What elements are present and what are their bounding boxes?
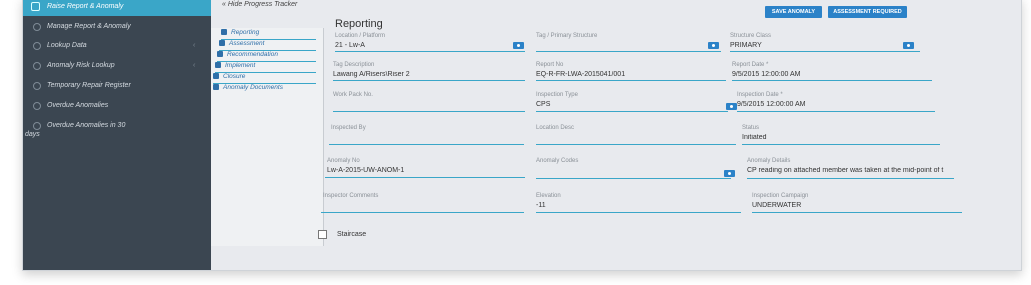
inspection-date-input[interactable]: 9/5/2015 12:00:00 AM [737, 101, 927, 108]
location-lookup-button[interactable] [513, 42, 524, 49]
inspection-date-underline [737, 111, 935, 112]
page-title: Reporting [335, 18, 383, 30]
anomaly-details-underline [747, 178, 954, 179]
tag-primary-underline [536, 51, 721, 52]
assessment-required-button[interactable]: ASSESSMENT REQUIRED [828, 6, 907, 18]
anomaly-no-value: Lw-A-2015-UW-ANOM-1 [327, 167, 405, 174]
status-label: Status [742, 125, 760, 131]
inspection-campaign-underline [752, 212, 962, 213]
sidebar-item-label: days [25, 131, 40, 138]
document-icon [215, 62, 221, 68]
inspection-type-lookup-button[interactable] [726, 103, 737, 110]
structure-class-label: Structure Class [730, 33, 772, 39]
chevron-left-icon: ‹ [193, 62, 196, 69]
tag-description-underline [333, 80, 525, 81]
inspection-campaign-label: Inspection Campaign [752, 193, 809, 199]
chevron-left-icon: ‹ [193, 42, 196, 49]
work-pack-no-label: Work Pack No. [333, 92, 373, 98]
location-label: Location / Platform [335, 33, 386, 39]
inspection-type-underline [536, 111, 728, 112]
document-icon [213, 73, 219, 79]
inspection-type-value: CPS [536, 101, 551, 108]
save-anomaly-button[interactable]: SAVE ANOMALY [765, 6, 822, 18]
inspection-campaign-value: UNDERWATER [752, 202, 802, 209]
location-value: 21 - Lw-A [335, 42, 365, 49]
tag-primary-lookup-button[interactable] [708, 42, 719, 49]
circle-icon [33, 23, 41, 31]
progress-tracker: Reporting Assessment Recommendation Impl… [211, 28, 324, 246]
circle-icon [33, 102, 41, 110]
inspected-by-label: Inspected By [331, 125, 366, 131]
sidebar-item-label: Manage Report & Anomaly [47, 23, 131, 30]
tracker-item-recommendation[interactable]: Recommendation [217, 51, 316, 62]
anomaly-no-label: Anomaly No [327, 158, 360, 164]
sidebar-item-label: Overdue Anomalies in 30 [47, 122, 126, 129]
sidebar-item-raise-report[interactable]: Raise Report & Anomaly [23, 0, 211, 16]
report-date-input[interactable]: 9/5/2015 12:00:00 AM [732, 71, 922, 78]
circle-icon [33, 62, 41, 70]
anomaly-codes-label: Anomaly Codes [536, 158, 579, 164]
structure-class-value: PRIMARY [730, 42, 762, 49]
anomaly-details-label: Anomaly Details [747, 158, 791, 164]
sidebar-item-label: Temporary Repair Register [47, 82, 131, 89]
tracker-item-closure[interactable]: Closure [213, 73, 316, 84]
location-desc-label: Location Desc [536, 125, 575, 131]
anomaly-no-underline [325, 177, 525, 178]
staircase-checkbox[interactable] [318, 230, 327, 239]
inspector-comments-underline [321, 212, 524, 213]
circle-icon [33, 82, 41, 90]
report-no-value: EQ-R-FR-LWA-2015041/001 [536, 71, 626, 78]
structure-class-lookup-button[interactable] [903, 42, 914, 49]
status-value: Initiated [742, 134, 767, 141]
tag-description-label: Tag Description [333, 62, 375, 68]
document-icon [219, 40, 225, 46]
report-date-underline [732, 80, 932, 81]
inspection-type-label: Inspection Type [536, 92, 578, 98]
sidebar-item-label: Anomaly Risk Lookup [47, 62, 115, 69]
tracker-item-reporting[interactable]: Reporting [221, 29, 316, 40]
report-date-label: Report Date * [732, 62, 769, 68]
status-underline [742, 144, 940, 145]
location-underline [335, 51, 525, 52]
elevation-input[interactable]: -11 [536, 202, 736, 209]
structure-class-underline [730, 51, 920, 52]
location-desc-underline [536, 144, 736, 145]
tracker-item-assessment[interactable]: Assessment [219, 40, 316, 51]
circle-icon [33, 42, 41, 50]
tag-primary-label: Tag / Primary Structure [536, 33, 598, 39]
staircase-label: Staircase [337, 231, 367, 238]
elevation-label: Elevation [536, 193, 561, 199]
circle-icon [33, 122, 41, 130]
report-no-label: Report No [536, 62, 564, 68]
sidebar-item-label: Lookup Data [47, 42, 87, 49]
document-icon [217, 51, 223, 57]
document-icon [221, 29, 227, 35]
sidebar-item-label: Overdue Anomalies [47, 102, 109, 109]
app-window: Raise Report & Anomaly Manage Report & A… [22, 0, 1022, 271]
inspection-date-label: Inspection Date * [737, 92, 783, 98]
tracker-item-anomaly-documents[interactable]: Anomaly Documents [213, 84, 316, 94]
anomaly-details-input[interactable]: CP reading on attached member was taken … [747, 167, 952, 174]
sidebar-item-label: Raise Report & Anomaly [47, 3, 124, 10]
report-icon [31, 2, 40, 11]
elevation-underline [536, 212, 741, 213]
inspector-comments-label: Inspector Comments [323, 193, 379, 199]
report-no-underline [536, 80, 726, 81]
tag-description-value: Lawang A/Risers\Riser 2 [333, 71, 410, 78]
anomaly-codes-underline [536, 178, 731, 179]
work-pack-no-underline [333, 111, 525, 112]
tracker-item-implement[interactable]: Implement [215, 62, 316, 73]
hide-progress-tracker-link[interactable]: « Hide Progress Tracker [222, 1, 297, 8]
document-icon [213, 84, 219, 90]
sidebar: Raise Report & Anomaly Manage Report & A… [23, 0, 211, 270]
anomaly-codes-lookup-button[interactable] [724, 170, 735, 177]
inspected-by-underline [329, 144, 524, 145]
